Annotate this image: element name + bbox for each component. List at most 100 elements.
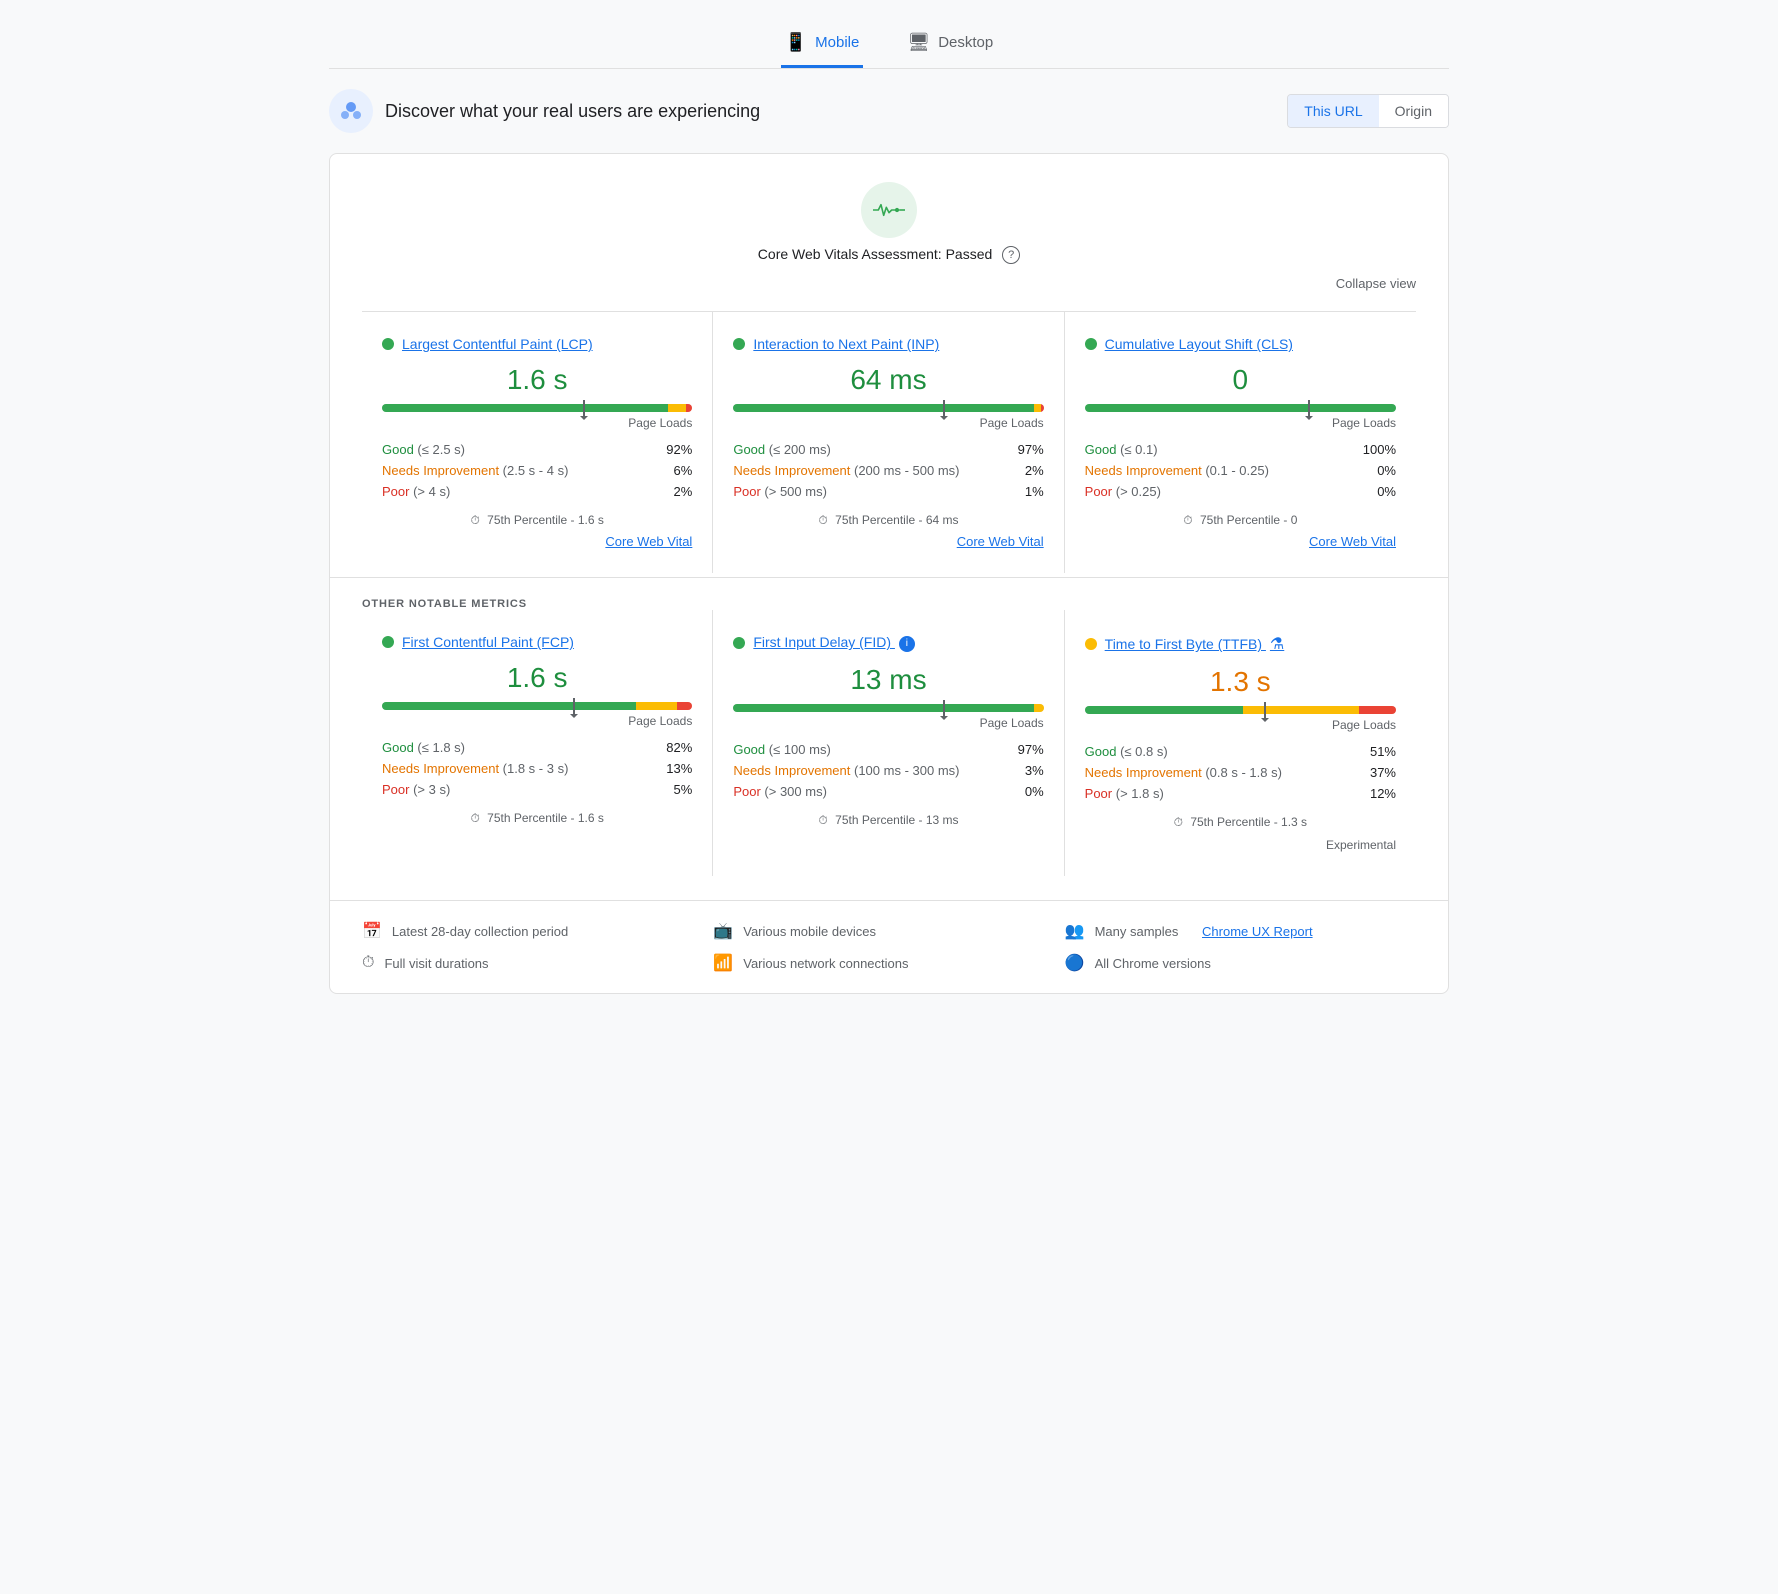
footer-collection-period: 📅 Latest 28-day collection period [362, 921, 713, 941]
page-title: Discover what your real users are experi… [385, 101, 760, 122]
ttfb-status-dot [1085, 638, 1097, 650]
fcp-dist-ni: Needs Improvement (1.8 s - 3 s) 13% [382, 761, 692, 776]
cls-dist-ni: Needs Improvement (0.1 - 0.25) 0% [1085, 463, 1396, 478]
cls-dist-good: Good (≤ 0.1) 100% [1085, 442, 1396, 457]
fid-dist-good: Good (≤ 100 ms) 97% [733, 742, 1043, 757]
metric-lcp: Largest Contentful Paint (LCP) 1.6 s Pag… [362, 312, 713, 573]
help-icon[interactable]: ? [1002, 246, 1020, 264]
fcp-bar-poor [677, 702, 693, 710]
assessment-header: Core Web Vitals Assessment: Passed ? [362, 182, 1416, 264]
inp-status-dot [733, 338, 745, 350]
cls-bar [1085, 404, 1396, 412]
collapse-view-button[interactable]: Collapse view [362, 276, 1416, 291]
header-bar: Discover what your real users are experi… [329, 89, 1449, 133]
inp-bar-good [733, 404, 1034, 412]
fid-name[interactable]: First Input Delay (FID) i [753, 634, 915, 651]
metric-fcp: First Contentful Paint (FCP) 1.6 s Page … [362, 610, 713, 876]
fcp-bar-good [382, 702, 636, 710]
footer-network: 📶 Various network connections [713, 953, 1064, 973]
lcp-dist-ni: Needs Improvement (2.5 s - 4 s) 6% [382, 463, 692, 478]
calendar-icon: 📅 [362, 921, 382, 941]
cls-label: Cumulative Layout Shift (CLS) [1085, 336, 1396, 352]
fcp-status-dot [382, 636, 394, 648]
ttfb-bar-poor [1359, 706, 1396, 714]
cls-bar-good [1085, 404, 1396, 412]
ttfb-experimental-label: Experimental [1085, 838, 1396, 852]
ttfb-bar-marker [1264, 702, 1266, 718]
fid-dist-ni: Needs Improvement (100 ms - 300 ms) 3% [733, 763, 1043, 778]
lcp-status-dot [382, 338, 394, 350]
metric-fid: First Input Delay (FID) i 13 ms Page Loa… [713, 610, 1064, 876]
fcp-bar-marker [573, 698, 575, 714]
assessment-icon [861, 182, 917, 238]
cls-value: 0 [1085, 364, 1396, 396]
lcp-label: Largest Contentful Paint (LCP) [382, 336, 692, 352]
fid-label: First Input Delay (FID) i [733, 634, 1043, 651]
fcp-dist-good: Good (≤ 1.8 s) 82% [382, 740, 692, 755]
inp-core-vital-link[interactable]: Core Web Vital [733, 534, 1043, 549]
people-icon: 👥 [1065, 921, 1085, 941]
fcp-name[interactable]: First Contentful Paint (FCP) [402, 634, 574, 650]
assessment-title-prefix: Core Web Vitals Assessment: [758, 246, 942, 262]
inp-value: 64 ms [733, 364, 1043, 396]
cls-name[interactable]: Cumulative Layout Shift (CLS) [1105, 336, 1293, 352]
ttfb-percentile: ⏱ 75th Percentile - 1.3 s [1085, 815, 1396, 830]
main-card: Core Web Vitals Assessment: Passed ? Col… [329, 153, 1449, 994]
tab-desktop[interactable]: 🖥 Desktop [903, 20, 997, 68]
fid-bar-marker [943, 700, 945, 716]
lcp-core-vital-link[interactable]: Core Web Vital [382, 534, 692, 549]
other-metrics-label: OTHER NOTABLE METRICS [362, 598, 1416, 610]
lcp-name[interactable]: Largest Contentful Paint (LCP) [402, 336, 593, 352]
other-metrics-grid: First Contentful Paint (FCP) 1.6 s Page … [362, 610, 1416, 876]
cls-status-dot [1085, 338, 1097, 350]
fid-percentile: ⏱ 75th Percentile - 13 ms [733, 813, 1043, 828]
fcp-percentile: ⏱ 75th Percentile - 1.6 s [382, 811, 692, 826]
fid-page-loads: Page Loads [733, 716, 1043, 730]
lcp-bar-ni [668, 404, 687, 412]
fcp-dist-poor: Poor (> 3 s) 5% [382, 782, 692, 797]
assessment-status: Passed [946, 246, 993, 262]
inp-label: Interaction to Next Paint (INP) [733, 336, 1043, 352]
inp-dist-good: Good (≤ 200 ms) 97% [733, 442, 1043, 457]
fcp-label: First Contentful Paint (FCP) [382, 634, 692, 650]
cls-dist-poor: Poor (> 0.25) 0% [1085, 484, 1396, 499]
inp-bar [733, 404, 1043, 412]
lcp-bar-poor [686, 404, 692, 412]
fcp-bar [382, 702, 692, 710]
ttfb-label: Time to First Byte (TTFB) ⚗ [1085, 634, 1396, 654]
lcp-page-loads: Page Loads [382, 416, 692, 430]
footer-mobile-devices: 📺 Various mobile devices [713, 921, 1064, 941]
this-url-button[interactable]: This URL [1288, 95, 1378, 127]
metric-cls: Cumulative Layout Shift (CLS) 0 Page Loa… [1065, 312, 1416, 573]
fid-bar [733, 704, 1043, 712]
lcp-bar-marker [583, 400, 585, 416]
cls-bar-marker [1308, 400, 1310, 416]
cls-page-loads: Page Loads [1085, 416, 1396, 430]
origin-button[interactable]: Origin [1379, 95, 1448, 127]
cls-core-vital-link[interactable]: Core Web Vital [1085, 534, 1396, 549]
ttfb-dist-poor: Poor (> 1.8 s) 12% [1085, 786, 1396, 801]
metric-inp: Interaction to Next Paint (INP) 64 ms Pa… [713, 312, 1064, 573]
fid-bar-good [733, 704, 1034, 712]
network-icon: 📶 [713, 953, 733, 973]
timer-icon: ⏱ [362, 954, 374, 972]
ttfb-bar [1085, 706, 1396, 714]
mobile-icon: 📱 [785, 32, 807, 53]
lcp-bar-good [382, 404, 668, 412]
chrome-ux-report-link[interactable]: Chrome UX Report [1202, 924, 1313, 939]
lcp-bar [382, 404, 692, 412]
fid-dist-poor: Poor (> 300 ms) 0% [733, 784, 1043, 799]
ttfb-dist-ni: Needs Improvement (0.8 s - 1.8 s) 37% [1085, 765, 1396, 780]
inp-name[interactable]: Interaction to Next Paint (INP) [753, 336, 939, 352]
cls-percentile: ⏱ 75th Percentile - 0 [1085, 513, 1396, 528]
fcp-value: 1.6 s [382, 662, 692, 694]
inp-dist-ni: Needs Improvement (200 ms - 500 ms) 2% [733, 463, 1043, 478]
tab-mobile[interactable]: 📱 Mobile [781, 20, 864, 68]
inp-bar-poor [1041, 404, 1044, 412]
tab-mobile-label: Mobile [815, 34, 859, 51]
fcp-page-loads: Page Loads [382, 714, 692, 728]
ttfb-name[interactable]: Time to First Byte (TTFB) ⚗ [1105, 634, 1285, 654]
ttfb-bar-ni [1243, 706, 1358, 714]
fid-info-icon[interactable]: i [899, 636, 915, 652]
ttfb-page-loads: Page Loads [1085, 718, 1396, 732]
